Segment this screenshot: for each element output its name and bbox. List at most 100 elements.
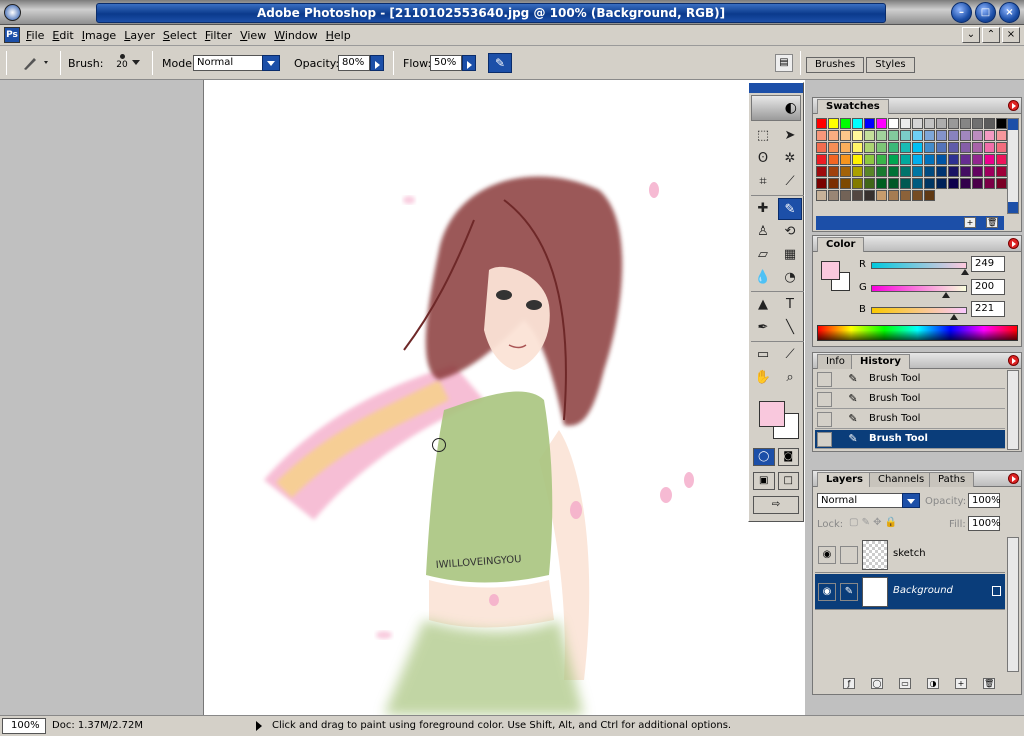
new-layer-icon[interactable]: + — [955, 678, 967, 689]
swatch[interactable] — [912, 190, 923, 201]
adjustment-layer-icon[interactable]: ◑ — [927, 678, 939, 689]
menu-file[interactable]: File — [26, 28, 52, 43]
swatch[interactable] — [936, 118, 947, 129]
history-brush-icon[interactable]: ⟲ — [778, 221, 802, 243]
swatch[interactable] — [936, 178, 947, 189]
layers-menu-icon[interactable] — [1008, 473, 1019, 484]
swatch[interactable] — [876, 118, 887, 129]
swatch[interactable] — [972, 154, 983, 165]
swatch[interactable] — [960, 154, 971, 165]
swatch[interactable] — [996, 142, 1007, 153]
swatch[interactable] — [900, 154, 911, 165]
tab-info[interactable]: Info — [817, 354, 854, 369]
document-icon[interactable]: Ps — [4, 27, 20, 43]
history-scrollbar[interactable] — [1007, 370, 1019, 450]
swatch[interactable] — [912, 118, 923, 129]
maximize-button[interactable]: □ — [975, 2, 996, 23]
notes-icon[interactable]: ▭ — [751, 344, 775, 366]
standard-mode-icon[interactable]: ◯ — [753, 448, 775, 466]
swatch[interactable] — [816, 178, 827, 189]
swatch[interactable] — [888, 130, 899, 141]
layer-row-sketch[interactable]: ◉ sketch — [815, 537, 1005, 573]
red-value[interactable]: 249 — [971, 256, 1005, 272]
swatch[interactable] — [840, 190, 851, 201]
crop-icon[interactable]: ⌗ — [751, 171, 775, 193]
green-slider[interactable]: G 200 — [859, 279, 1019, 298]
quick-mask-icon[interactable]: ◙ — [777, 448, 799, 466]
swatch[interactable] — [864, 190, 875, 201]
swatch[interactable] — [828, 130, 839, 141]
tab-channels[interactable]: Channels — [869, 472, 934, 487]
swatch[interactable] — [828, 178, 839, 189]
history-state[interactable]: ✎ Brush Tool — [815, 390, 1005, 409]
swatch[interactable] — [828, 166, 839, 177]
swatch[interactable] — [912, 166, 923, 177]
history-state[interactable]: ✎ Brush Tool — [815, 370, 1005, 389]
slice-icon[interactable]: ⟋ — [778, 171, 802, 193]
swatch[interactable] — [888, 154, 899, 165]
doc-close-icon[interactable]: × — [1002, 27, 1020, 43]
tab-brushes[interactable]: Brushes — [806, 57, 865, 73]
swatch[interactable] — [912, 178, 923, 189]
swatch[interactable] — [888, 190, 899, 201]
tool-preset-picker[interactable] — [20, 54, 54, 72]
jump-to-imageready-icon[interactable]: ⇨ — [753, 496, 799, 514]
swatch[interactable] — [852, 118, 863, 129]
tab-swatches[interactable]: Swatches — [817, 99, 889, 114]
tab-paths[interactable]: Paths — [929, 472, 975, 487]
swatch[interactable] — [924, 118, 935, 129]
eyedropper-icon[interactable]: ⟋ — [778, 344, 802, 366]
eye-icon[interactable]: ◉ — [818, 546, 836, 564]
eraser-icon[interactable]: ▱ — [751, 244, 775, 266]
fill-input[interactable]: 100% — [968, 516, 1001, 531]
swatch[interactable] — [936, 130, 947, 141]
toolbox-drag-handle[interactable] — [749, 83, 803, 93]
trash-icon[interactable]: 🗑 — [986, 217, 998, 228]
photoshop-app-icon[interactable] — [4, 4, 21, 21]
pen-icon[interactable]: ✒ — [751, 317, 775, 339]
swatch[interactable] — [960, 178, 971, 189]
swatch[interactable] — [912, 130, 923, 141]
swatch[interactable] — [900, 178, 911, 189]
dodge-icon[interactable]: ◔ — [778, 267, 802, 289]
zoom-level-input[interactable]: 100% — [2, 718, 46, 734]
color-spectrum-bar[interactable] — [817, 325, 1018, 341]
swatch[interactable] — [876, 142, 887, 153]
swatch[interactable] — [972, 142, 983, 153]
doc-chevron-down-icon[interactable]: ⌄ — [962, 27, 980, 43]
screen-mode-full-icon[interactable]: □ — [777, 472, 799, 490]
swatches-scrollbar[interactable] — [1007, 118, 1019, 214]
blue-knob[interactable] — [950, 314, 959, 320]
green-knob[interactable] — [942, 292, 951, 298]
swatch[interactable] — [948, 118, 959, 129]
swatches-menu-icon[interactable] — [1008, 100, 1019, 111]
layer-style-icon[interactable]: ƒ — [843, 678, 855, 689]
history-brush-source-box[interactable] — [817, 392, 832, 407]
menu-image[interactable]: Image — [82, 28, 124, 43]
swatch[interactable] — [972, 166, 983, 177]
swatch[interactable] — [876, 130, 887, 141]
swatch[interactable] — [900, 190, 911, 201]
menu-filter[interactable]: Filter — [205, 28, 240, 43]
foreground-color[interactable] — [759, 401, 785, 427]
swatch[interactable] — [864, 142, 875, 153]
swatch[interactable] — [828, 190, 839, 201]
swatch[interactable] — [996, 154, 1007, 165]
swatch[interactable] — [840, 178, 851, 189]
swatch[interactable] — [960, 130, 971, 141]
swatch[interactable] — [816, 130, 827, 141]
marquee-icon[interactable]: ⬚ — [751, 125, 775, 147]
swatch[interactable] — [984, 142, 995, 153]
swatch[interactable] — [996, 178, 1007, 189]
swatch[interactable] — [996, 166, 1007, 177]
history-brush-source-box[interactable] — [817, 412, 832, 427]
file-browser-icon[interactable]: ▤ — [775, 54, 793, 72]
lock-icons[interactable]: ▢ ✎ ✥ 🔒 — [849, 517, 897, 528]
clone-stamp-icon[interactable]: ♙ — [751, 221, 775, 243]
layer-opacity-input[interactable]: 100% — [968, 493, 1001, 508]
menu-window[interactable]: Window — [274, 28, 325, 43]
layer-mask-icon[interactable]: ◯ — [871, 678, 883, 689]
blur-icon[interactable]: 💧 — [751, 267, 775, 289]
swatch[interactable] — [984, 130, 995, 141]
color-menu-icon[interactable] — [1008, 238, 1019, 249]
